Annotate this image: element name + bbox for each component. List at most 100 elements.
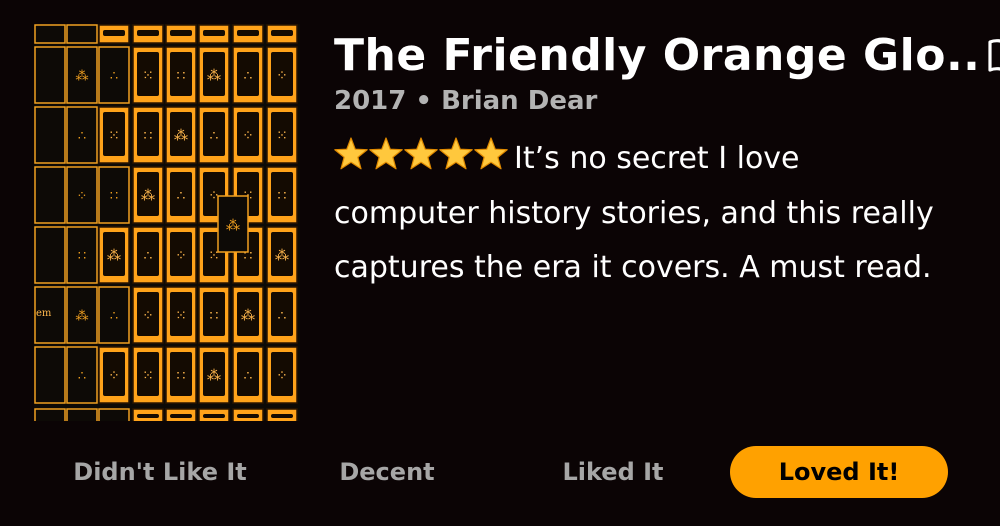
mahjong-tile (66, 408, 98, 421)
mahjong-tile (266, 408, 298, 421)
mahjong-tile: ∷ (132, 106, 164, 164)
mahjong-tile: ⁙ (165, 286, 197, 344)
mahjong-tile: ⁙ (132, 46, 164, 104)
svg-text:∴: ∴ (78, 369, 86, 384)
rating-options: Didn't Like It Decent Liked It Loved It! (34, 446, 966, 498)
mahjong-tile (132, 24, 164, 44)
svg-text:∷: ∷ (110, 189, 118, 204)
book-open-icon[interactable] (986, 36, 1000, 76)
mahjong-tile: ∷ (165, 46, 197, 104)
svg-text:∷: ∷ (144, 128, 153, 144)
svg-text:⁘: ⁘ (108, 368, 120, 384)
mahjong-tile: ⁂ (232, 286, 264, 344)
mahjong-tile: ⁘ (98, 346, 130, 404)
decent-button[interactable]: Decent (302, 446, 472, 498)
mahjong-tile: ∴ (66, 346, 98, 404)
svg-text:⁘: ⁘ (276, 68, 288, 84)
review-body: It’s no secret I love computer history s… (334, 132, 934, 296)
mahjong-tile: ⁘ (266, 346, 298, 404)
mahjong-tile (132, 408, 164, 421)
svg-text:∷: ∷ (177, 368, 186, 384)
svg-text:∴: ∴ (244, 68, 253, 84)
svg-text:⁂: ⁂ (241, 307, 255, 324)
mahjong-tile (34, 408, 66, 421)
mahjong-tile (34, 106, 66, 164)
mahjong-tile: ∷ (66, 226, 98, 284)
mahjong-tile (198, 24, 230, 44)
mahjong-tile: ⁂ (165, 106, 197, 164)
mahjong-tile (98, 24, 130, 44)
svg-text:∷: ∷ (78, 249, 86, 264)
mahjong-tile: ⁂ (198, 46, 230, 104)
svg-text:∴: ∴ (110, 69, 118, 84)
svg-text:⁂: ⁂ (107, 247, 121, 264)
svg-text:⁘: ⁘ (77, 189, 88, 204)
mahjong-tile (165, 24, 197, 44)
svg-text:⁂: ⁂ (207, 367, 221, 384)
mahjong-tile (98, 408, 130, 421)
svg-text:⁂: ⁂ (174, 127, 188, 144)
mahjong-tile: ∴ (232, 346, 264, 404)
svg-text:⁙: ⁙ (175, 308, 187, 324)
mahjong-tile: ⁂ (198, 346, 230, 404)
mahjong-tile: ⁂ (132, 166, 164, 224)
liked-it-button[interactable]: Liked It (518, 446, 708, 498)
mahjong-tile (34, 166, 66, 224)
didnt-like-it-button[interactable]: Didn't Like It (60, 446, 260, 498)
svg-text:⁂: ⁂ (226, 217, 240, 234)
star-icon (369, 137, 403, 170)
mahjong-tile: ∷ (266, 166, 298, 224)
svg-text:⁘: ⁘ (175, 248, 187, 264)
mahjong-tile (34, 24, 66, 44)
mahjong-tile (34, 46, 66, 104)
mahjong-tile (34, 346, 66, 404)
mahjong-tile: ⁂ (98, 226, 130, 284)
mahjong-tile: ∴ (132, 226, 164, 284)
mahjong-tile: ∷ (165, 346, 197, 404)
svg-text:⁘: ⁘ (142, 308, 154, 324)
mahjong-tile: ∷ (98, 166, 130, 224)
book-year-author: 2017 • Brian Dear (334, 86, 598, 116)
mahjong-tile: ⁂ (66, 46, 98, 104)
mahjong-tile: ⁂ (66, 286, 98, 344)
mahjong-tile: ∴ (98, 46, 130, 104)
mahjong-tile: ⁙ (266, 106, 298, 164)
title-row: The Friendly Orange Glo.. (334, 26, 1000, 86)
mahjong-tile (66, 24, 98, 44)
svg-text:⁙: ⁙ (276, 128, 288, 144)
svg-text:⁂: ⁂ (76, 69, 89, 84)
star-rating (334, 137, 510, 171)
svg-text:∷: ∷ (177, 68, 186, 84)
mahjong-tile: ∴ (165, 166, 197, 224)
mahjong-tile: ∷ (198, 286, 230, 344)
mahjong-tile: ⁘ (266, 46, 298, 104)
mahjong-tile: ⁙ (132, 346, 164, 404)
svg-text:⁙: ⁙ (142, 368, 154, 384)
svg-text:⁘: ⁘ (242, 128, 254, 144)
mahjong-tile: ⁘ (232, 106, 264, 164)
svg-text:∷: ∷ (278, 188, 287, 204)
svg-text:∴: ∴ (110, 309, 118, 324)
svg-text:∴: ∴ (78, 129, 86, 144)
svg-text:⁘: ⁘ (276, 368, 288, 384)
mahjong-tile (232, 24, 264, 44)
svg-text:∴: ∴ (144, 248, 153, 264)
mahjong-tile: ⁘ (66, 166, 98, 224)
svg-text:∴: ∴ (244, 368, 253, 384)
svg-text:⁂: ⁂ (207, 67, 221, 84)
mahjong-tile: ⁘ (132, 286, 164, 344)
svg-text:⁂: ⁂ (275, 247, 289, 264)
svg-text:∷: ∷ (210, 308, 219, 324)
mahjong-tile: ∴ (232, 46, 264, 104)
mahjong-tile: ∴ (66, 106, 98, 164)
loved-it-button[interactable]: Loved It! (730, 446, 948, 498)
svg-text:⁂: ⁂ (76, 309, 89, 324)
mahjong-tile (198, 408, 230, 421)
book-title[interactable]: The Friendly Orange Glo.. (334, 34, 980, 78)
mahjong-tile (266, 24, 298, 44)
book-cover-image: ⁂∴⁙∷⁂∴⁘∴⁙∷⁂∴⁘⁙⁘∷⁂∴⁘⁙∷∷⁂∴⁘⁙∷⁂⁂∴⁘⁙∷⁂∴∴⁘⁙∷⁂… (34, 24, 300, 421)
mahjong-tile: ⁙ (98, 106, 130, 164)
svg-text:∴: ∴ (177, 188, 186, 204)
mahjong-tile: ⁂ (266, 226, 298, 284)
star-icon (404, 137, 438, 170)
